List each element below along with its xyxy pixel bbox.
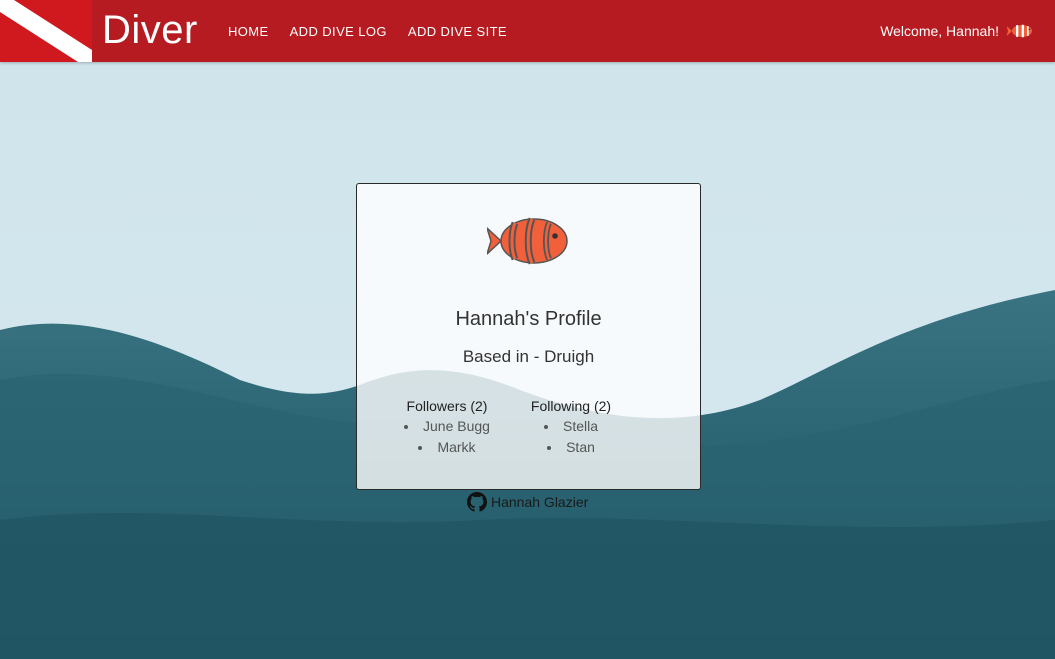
follower-item[interactable]: Markk [377, 437, 517, 458]
nav-home[interactable]: HOME [218, 24, 279, 39]
clownfish-icon [485, 214, 571, 268]
following-list: Stella Stan [501, 416, 641, 458]
welcome-text: Welcome, Hannah! [880, 23, 999, 39]
followers-list: June Bugg Markk [377, 416, 517, 458]
dive-flag-icon[interactable] [0, 0, 92, 62]
brand-logo[interactable]: Diver [102, 5, 198, 55]
followers-heading: Followers (2) [406, 398, 488, 414]
top-navbar: Diver HOME ADD DIVE LOG ADD DIVE SITE We… [0, 0, 1055, 62]
profile-title: Hannah's Profile [455, 308, 602, 330]
github-icon [467, 492, 487, 512]
following-section: Following (2) Stella Stan [501, 398, 641, 458]
followers-section: Followers (2) June Bugg Markk [377, 398, 517, 458]
footer-credit[interactable]: Hannah Glazier [467, 491, 588, 513]
welcome-user[interactable]: Welcome, Hannah! [880, 0, 1035, 62]
clownfish-icon [1005, 22, 1035, 40]
profile-card: Hannah's Profile Based in - Druigh Follo… [356, 183, 701, 490]
nav-add-dive-site[interactable]: ADD DIVE SITE [398, 24, 517, 39]
following-heading: Following (2) [530, 398, 612, 414]
following-item[interactable]: Stella [501, 416, 641, 437]
nav-links: HOME ADD DIVE LOG ADD DIVE SITE [218, 0, 518, 62]
based-in-location: Based in - Druigh [462, 347, 595, 366]
nav-add-dive-log[interactable]: ADD DIVE LOG [280, 24, 397, 39]
follower-item[interactable]: June Bugg [377, 416, 517, 437]
following-item[interactable]: Stan [501, 437, 641, 458]
author-name: Hannah Glazier [491, 494, 589, 510]
